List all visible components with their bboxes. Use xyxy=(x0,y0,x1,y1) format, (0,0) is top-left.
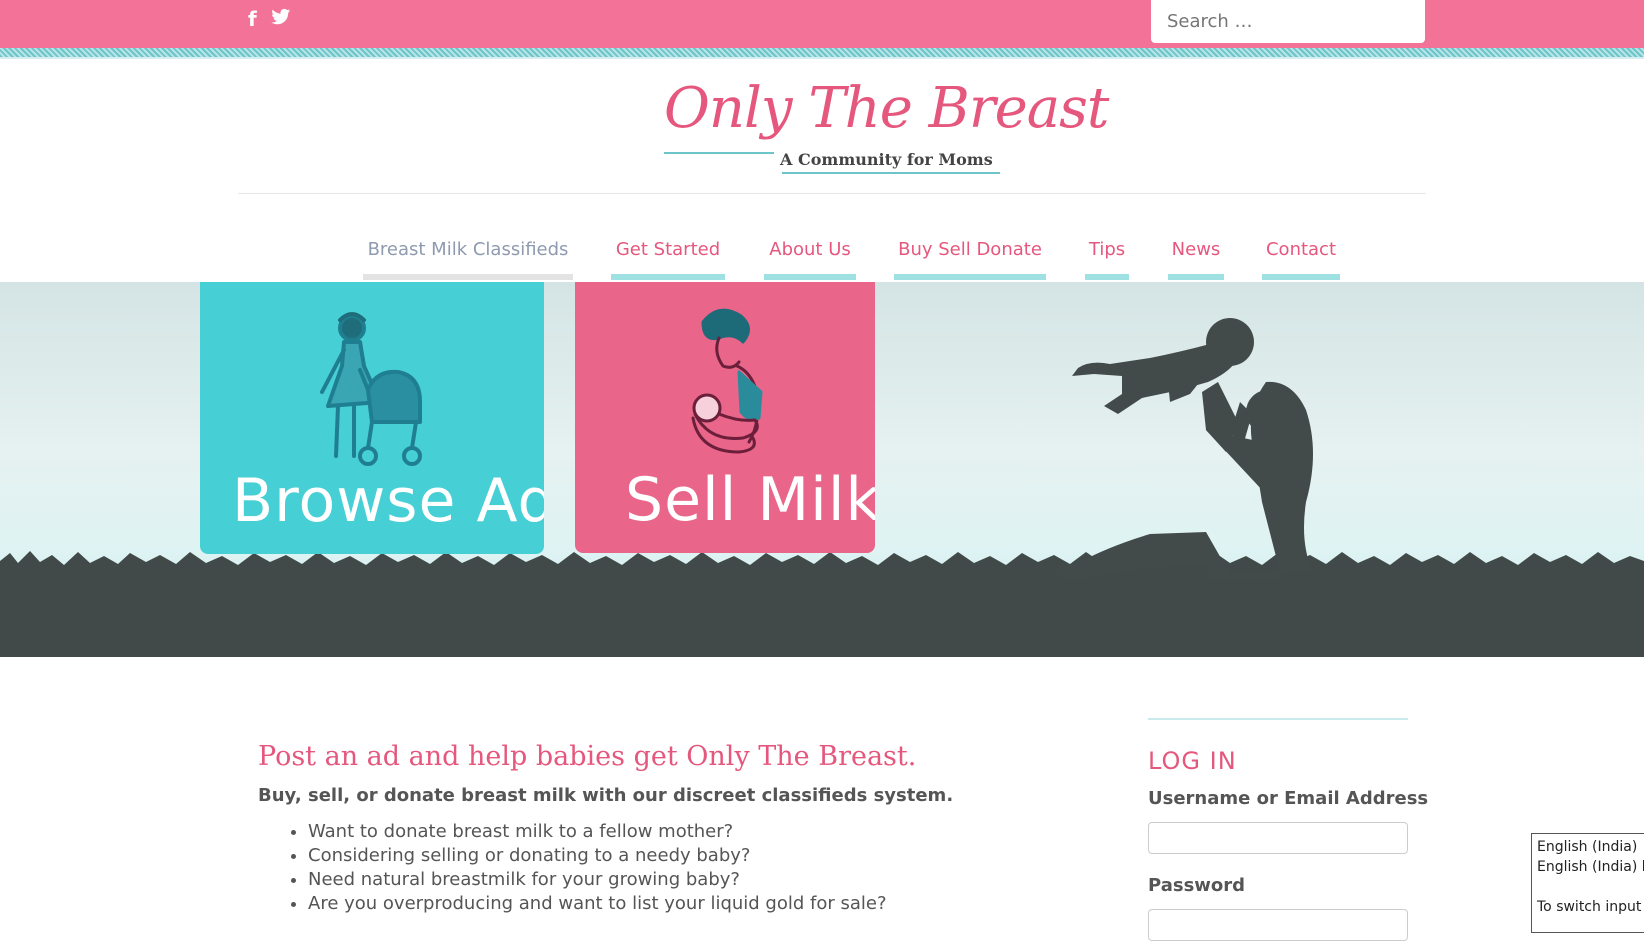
nav-item-underline xyxy=(894,274,1046,280)
username-label: Username or Email Address xyxy=(1148,788,1429,809)
nav-item-underline xyxy=(611,274,725,280)
nav-item-underline xyxy=(764,274,856,280)
page-title: Post an ad and help babies get Only The … xyxy=(258,741,917,772)
top-bar: f xyxy=(0,0,1644,48)
facebook-icon[interactable]: f xyxy=(248,8,257,30)
logo-tagline: A Community for Moms xyxy=(780,150,993,169)
nav-item-news[interactable]: News xyxy=(1168,236,1224,280)
twitter-icon[interactable] xyxy=(271,8,291,30)
sidebar-divider xyxy=(1148,718,1408,720)
nav-item-label: News xyxy=(1171,239,1221,260)
nav-item-about-us[interactable]: About Us xyxy=(764,236,856,280)
hero-banner: Browse Ads Sell Milk xyxy=(0,282,1644,657)
login-title: LOG IN xyxy=(1148,747,1237,775)
nav-item-label: Buy Sell Donate xyxy=(898,239,1042,260)
sell-milk-label: Sell Milk xyxy=(625,465,875,535)
nav-item-tips[interactable]: Tips xyxy=(1085,236,1129,280)
nav-item-buy-sell-donate[interactable]: Buy Sell Donate xyxy=(894,236,1046,280)
search-input[interactable] xyxy=(1151,0,1425,43)
benefits-list: Want to donate breast milk to a fellow m… xyxy=(288,820,887,916)
browse-ads-tile[interactable]: Browse Ads xyxy=(200,282,544,554)
nav-item-underline xyxy=(1262,274,1340,280)
list-item: Want to donate breast milk to a fellow m… xyxy=(308,820,887,844)
language-line: English (India) xyxy=(1537,839,1638,855)
logo-title: Only The Breast xyxy=(664,76,1109,141)
site-logo[interactable]: Only The Breast A Community for Moms xyxy=(660,76,1109,181)
nav-item-underline xyxy=(1168,274,1224,280)
nav-item-label: Breast Milk Classifieds xyxy=(367,239,569,260)
nav-item-breast-milk-classifieds[interactable]: Breast Milk Classifieds xyxy=(363,236,573,280)
browse-ads-label: Browse Ads xyxy=(232,466,544,536)
logo-underline-2 xyxy=(782,172,1000,174)
language-line: To switch input m xyxy=(1537,899,1644,915)
mother-stroller-icon xyxy=(320,312,422,466)
nav-item-get-started[interactable]: Get Started xyxy=(611,236,725,280)
mother-nursing-icon xyxy=(691,308,763,454)
nav-item-contact[interactable]: Contact xyxy=(1262,236,1340,280)
header-divider xyxy=(238,193,1426,194)
mother-baby-silhouette xyxy=(1050,318,1313,580)
logo-underline xyxy=(664,152,774,154)
page-subtitle: Buy, sell, or donate breast milk with ou… xyxy=(258,785,954,806)
top-bar-trim xyxy=(0,48,1644,59)
input-language-popup: English (India) English (India) ke To sw… xyxy=(1531,833,1644,933)
list-item: Are you overproducing and want to list y… xyxy=(308,892,887,916)
username-field[interactable] xyxy=(1148,822,1408,854)
social-links: f xyxy=(248,8,291,30)
hero-ground xyxy=(0,567,1644,657)
language-line: English (India) ke xyxy=(1537,859,1644,875)
nav-item-label: Contact xyxy=(1265,239,1337,260)
nav-item-label: About Us xyxy=(769,239,851,260)
main-nav: Breast Milk Classifieds Get Started Abou… xyxy=(0,236,1644,280)
nav-item-label: Tips xyxy=(1088,239,1126,260)
password-field[interactable] xyxy=(1148,909,1408,941)
list-item: Considering selling or donating to a nee… xyxy=(308,844,887,868)
nav-item-underline xyxy=(1085,274,1129,280)
list-item: Need natural breastmilk for your growing… xyxy=(308,868,887,892)
nav-item-underline xyxy=(363,274,573,280)
nav-item-label: Get Started xyxy=(615,239,721,260)
language-line xyxy=(1537,877,1644,897)
sell-milk-tile[interactable]: Sell Milk xyxy=(575,282,875,553)
password-label: Password xyxy=(1148,875,1246,896)
twitter-bird-svg xyxy=(271,8,290,25)
